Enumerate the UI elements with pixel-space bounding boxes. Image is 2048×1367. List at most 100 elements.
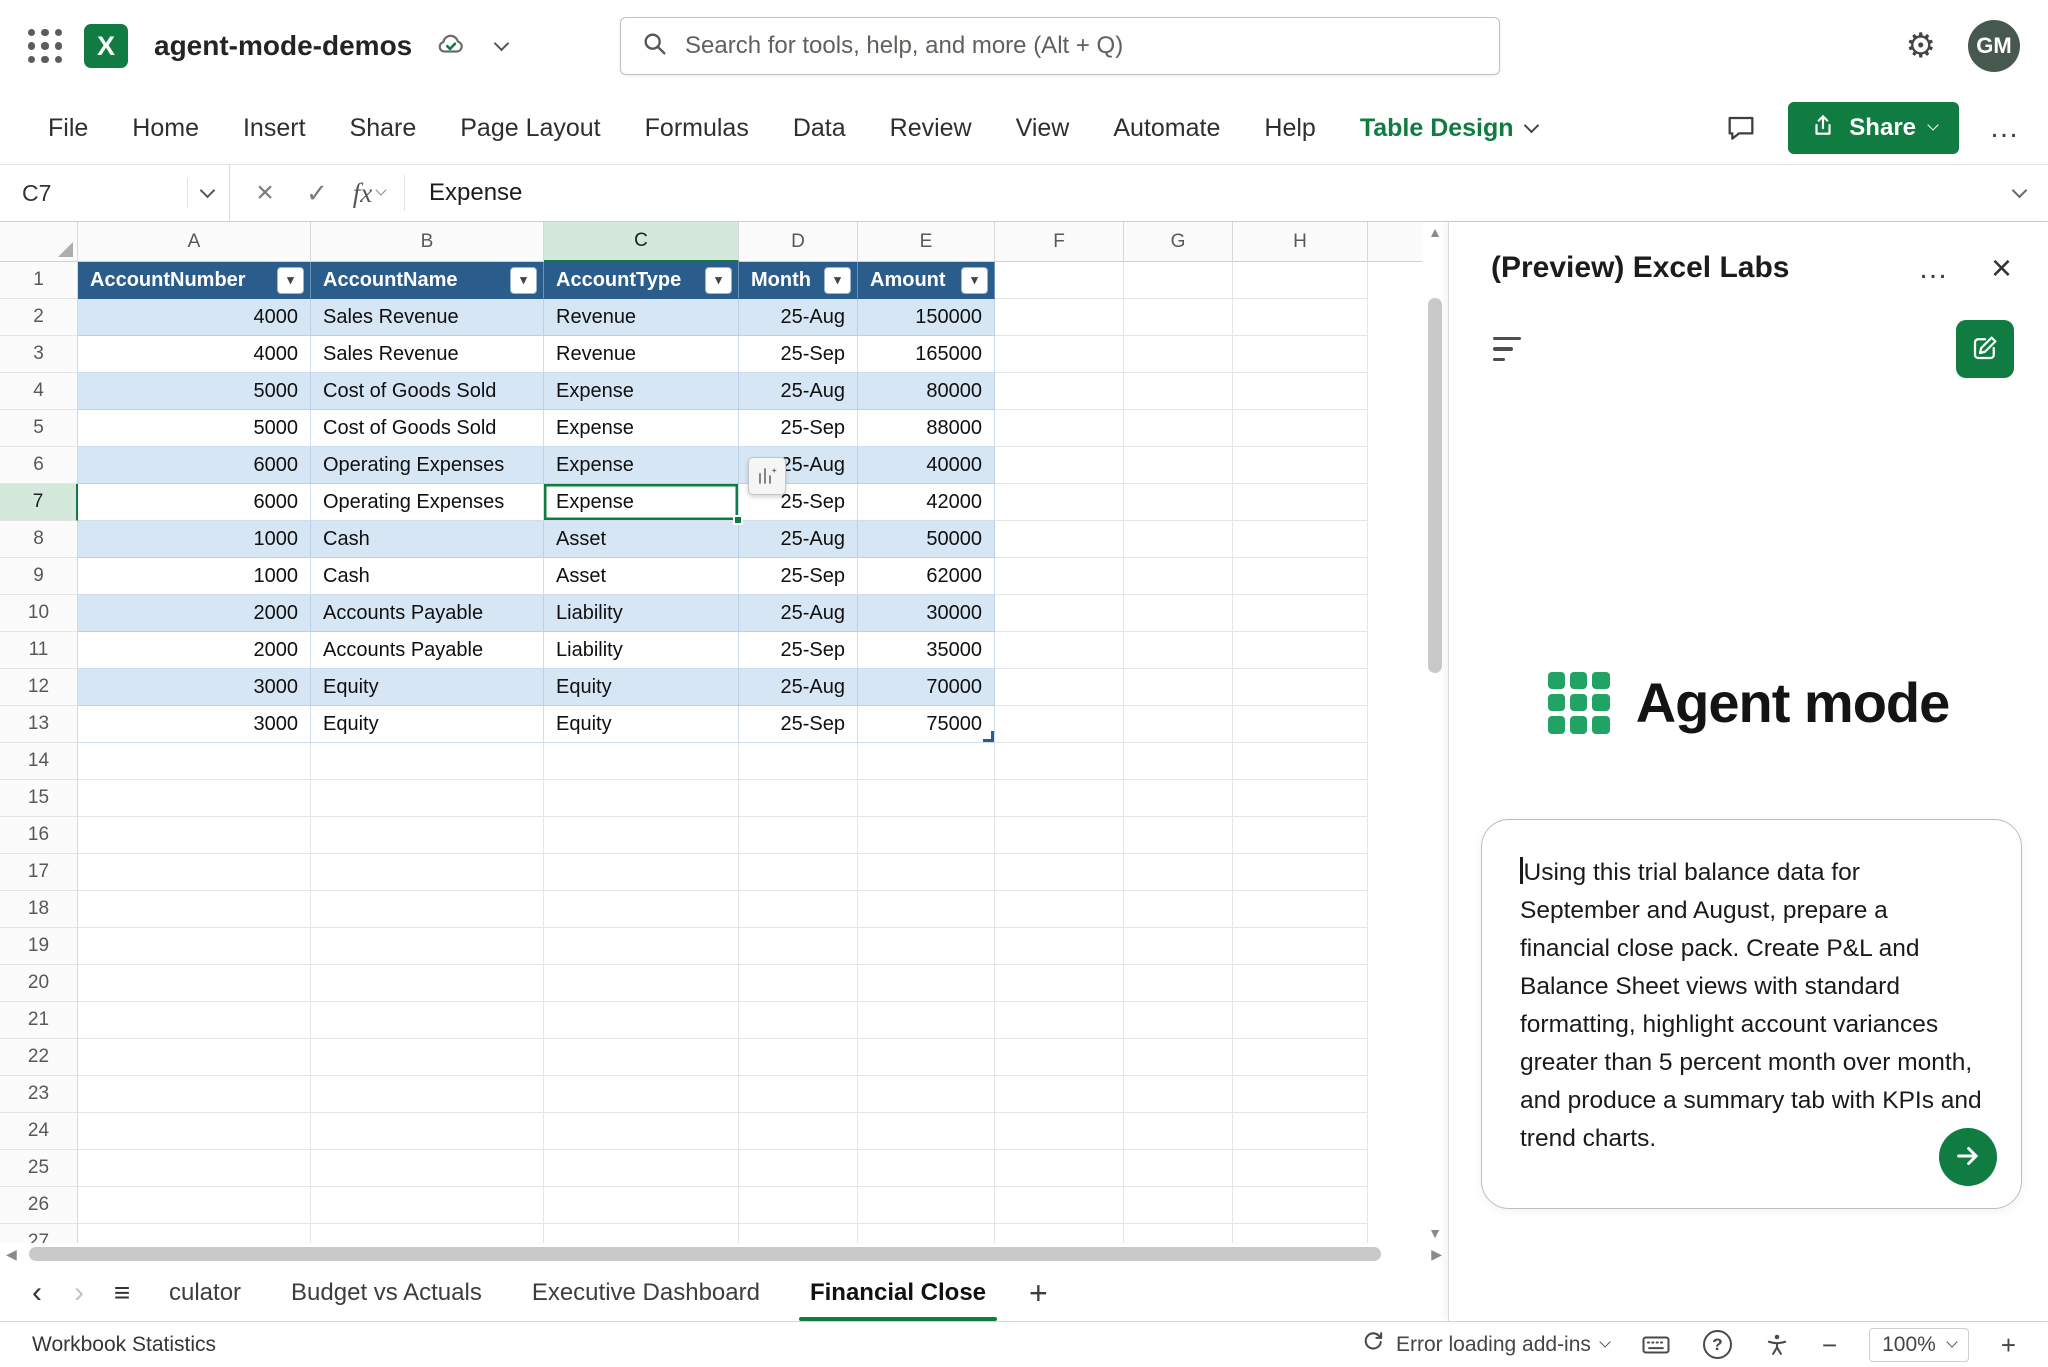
cell-C1[interactable]: AccountType▾	[544, 262, 739, 299]
row-header-17[interactable]: 17	[0, 854, 78, 891]
cell-D2[interactable]: 25-Aug	[739, 299, 858, 336]
cell-A17[interactable]	[78, 854, 311, 891]
row-header-27[interactable]: 27	[0, 1224, 78, 1243]
fill-handle[interactable]	[733, 515, 743, 525]
cell-F17[interactable]	[995, 854, 1124, 891]
cell-D8[interactable]: 25-Aug	[739, 521, 858, 558]
ribbon-tab-share[interactable]: Share	[328, 114, 439, 143]
cell-G17[interactable]	[1124, 854, 1233, 891]
cell-C11[interactable]: Liability	[544, 632, 739, 669]
row-header-5[interactable]: 5	[0, 410, 78, 447]
cell-H2[interactable]	[1233, 299, 1368, 336]
cell-D21[interactable]	[739, 1002, 858, 1039]
cell-H15[interactable]	[1233, 780, 1368, 817]
cell-D10[interactable]: 25-Aug	[739, 595, 858, 632]
cell-B9[interactable]: Cash	[311, 558, 544, 595]
cell-G1[interactable]	[1124, 262, 1233, 299]
cell-H9[interactable]	[1233, 558, 1368, 595]
sheet-tab-budget-vs-actuals[interactable]: Budget vs Actuals	[266, 1265, 507, 1321]
cell-B6[interactable]: Operating Expenses	[311, 447, 544, 484]
cell-D26[interactable]	[739, 1187, 858, 1224]
cell-C20[interactable]	[544, 965, 739, 1002]
row-header-18[interactable]: 18	[0, 891, 78, 928]
cell-G18[interactable]	[1124, 891, 1233, 928]
row-header-15[interactable]: 15	[0, 780, 78, 817]
cell-C18[interactable]	[544, 891, 739, 928]
zoom-in-button[interactable]: +	[2001, 1332, 2016, 1358]
ribbon-tab-insert[interactable]: Insert	[221, 114, 328, 143]
cell-G7[interactable]	[1124, 484, 1233, 521]
cell-A5[interactable]: 5000	[78, 410, 311, 447]
cell-B8[interactable]: Cash	[311, 521, 544, 558]
cell-C5[interactable]: Expense	[544, 410, 739, 447]
cell-A23[interactable]	[78, 1076, 311, 1113]
cell-E3[interactable]: 165000	[858, 336, 995, 373]
cell-G23[interactable]	[1124, 1076, 1233, 1113]
cell-H5[interactable]	[1233, 410, 1368, 447]
cell-F11[interactable]	[995, 632, 1124, 669]
cell-F27[interactable]	[995, 1224, 1124, 1243]
row-header-12[interactable]: 12	[0, 669, 78, 706]
search-box[interactable]	[620, 17, 1500, 75]
cell-A1[interactable]: AccountNumber▾	[78, 262, 311, 299]
cell-F2[interactable]	[995, 299, 1124, 336]
cell-G13[interactable]	[1124, 706, 1233, 743]
cell-B19[interactable]	[311, 928, 544, 965]
enter-button[interactable]: ✓	[294, 171, 340, 215]
cell-H11[interactable]	[1233, 632, 1368, 669]
cell-B21[interactable]	[311, 1002, 544, 1039]
cell-D27[interactable]	[739, 1224, 858, 1243]
cell-C22[interactable]	[544, 1039, 739, 1076]
cell-A15[interactable]	[78, 780, 311, 817]
cell-C3[interactable]: Revenue	[544, 336, 739, 373]
ribbon-tab-file[interactable]: File	[26, 114, 110, 143]
cell-D3[interactable]: 25-Sep	[739, 336, 858, 373]
cell-D18[interactable]	[739, 891, 858, 928]
cell-H17[interactable]	[1233, 854, 1368, 891]
cell-D23[interactable]	[739, 1076, 858, 1113]
cell-B24[interactable]	[311, 1113, 544, 1150]
cell-C12[interactable]: Equity	[544, 669, 739, 706]
cell-E25[interactable]	[858, 1150, 995, 1187]
cancel-button[interactable]: ×	[242, 171, 288, 215]
column-header-C[interactable]: C	[544, 222, 739, 262]
cell-D14[interactable]	[739, 743, 858, 780]
cell-G11[interactable]	[1124, 632, 1233, 669]
row-header-9[interactable]: 9	[0, 558, 78, 595]
vertical-scroll-track[interactable]	[1422, 239, 1448, 1226]
row-header-6[interactable]: 6	[0, 447, 78, 484]
cell-A21[interactable]	[78, 1002, 311, 1039]
help-icon[interactable]: ?	[1703, 1330, 1732, 1359]
quick-analysis-icon[interactable]	[748, 457, 786, 495]
row-header-10[interactable]: 10	[0, 595, 78, 632]
workbook-statistics-button[interactable]: Workbook Statistics	[32, 1333, 216, 1357]
row-header-19[interactable]: 19	[0, 928, 78, 965]
cell-B3[interactable]: Sales Revenue	[311, 336, 544, 373]
cell-B7[interactable]: Operating Expenses	[311, 484, 544, 521]
vertical-scrollbar[interactable]: ▲ ▼	[1422, 222, 1448, 1243]
new-chat-button[interactable]	[1956, 320, 2014, 378]
cell-H27[interactable]	[1233, 1224, 1368, 1243]
cell-A3[interactable]: 4000	[78, 336, 311, 373]
cell-E8[interactable]: 50000	[858, 521, 995, 558]
cell-E1[interactable]: Amount▾	[858, 262, 995, 299]
cell-G25[interactable]	[1124, 1150, 1233, 1187]
cell-C9[interactable]: Asset	[544, 558, 739, 595]
cell-C27[interactable]	[544, 1224, 739, 1243]
cell-D22[interactable]	[739, 1039, 858, 1076]
cell-D13[interactable]: 25-Sep	[739, 706, 858, 743]
cell-E5[interactable]: 88000	[858, 410, 995, 447]
cell-F12[interactable]	[995, 669, 1124, 706]
cell-F20[interactable]	[995, 965, 1124, 1002]
cell-B11[interactable]: Accounts Payable	[311, 632, 544, 669]
ribbon-tab-help[interactable]: Help	[1242, 114, 1337, 143]
cell-H3[interactable]	[1233, 336, 1368, 373]
column-header-F[interactable]: F	[995, 222, 1124, 262]
column-header-A[interactable]: A	[78, 222, 311, 262]
zoom-level-control[interactable]: 100%	[1869, 1328, 1969, 1362]
cell-B20[interactable]	[311, 965, 544, 1002]
column-header-E[interactable]: E	[858, 222, 995, 262]
tab-table-design[interactable]: Table Design	[1338, 114, 1524, 143]
addins-chevron-icon[interactable]	[1599, 1336, 1610, 1347]
formula-bar-expand-chevron-icon[interactable]	[1990, 165, 2048, 221]
